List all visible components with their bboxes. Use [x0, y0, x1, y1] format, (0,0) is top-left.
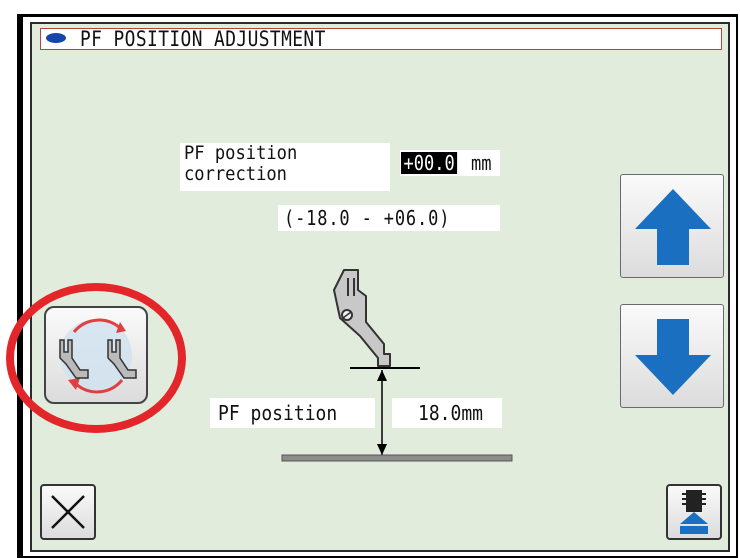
arrow-up-icon [635, 189, 711, 265]
pf-position-value: 18.0mm [418, 401, 484, 425]
decrease-button[interactable] [620, 304, 724, 408]
increase-button[interactable] [620, 174, 724, 278]
presser-foot-raise-button[interactable] [666, 484, 722, 540]
presser-foot-icon [333, 269, 391, 367]
highlight-ring [6, 283, 186, 433]
pf-position-label: PF position [218, 401, 338, 425]
close-button[interactable] [40, 484, 96, 540]
presser-foot-illustration [281, 269, 513, 462]
device-screen: PF POSITION ADJUSTMENT PF position corre… [0, 0, 740, 558]
arrow-down-icon [635, 319, 711, 395]
close-icon [51, 495, 85, 529]
presser-foot-raise-icon [680, 490, 708, 534]
